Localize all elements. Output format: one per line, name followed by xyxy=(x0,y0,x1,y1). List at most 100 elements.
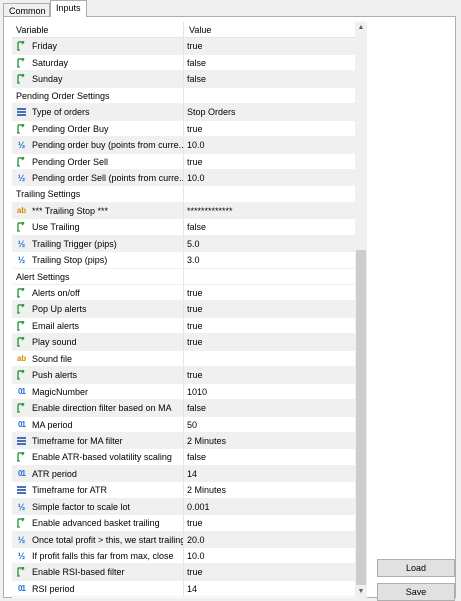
input-row[interactable]: ½ Simple factor to scale lot 0.001 xyxy=(12,498,355,516)
variable-cell: ½ Pending order buy (points from curre... xyxy=(12,137,184,153)
scroll-up-arrow-icon[interactable]: ▲ xyxy=(355,22,367,34)
input-row[interactable]: Use Trailing false xyxy=(12,219,355,236)
value-cell[interactable]: 2 Minutes xyxy=(185,482,355,497)
input-row[interactable]: Play sound true xyxy=(12,334,355,351)
input-row[interactable]: Pending Order Sell true xyxy=(12,153,355,170)
value-cell[interactable]: 20.0 xyxy=(185,532,355,547)
input-row[interactable]: Timeframe for ATR 2 Minutes xyxy=(12,482,355,499)
scroll-down-arrow-icon[interactable]: ▼ xyxy=(355,586,367,598)
value-cell[interactable]: false xyxy=(185,71,355,86)
value-cell[interactable]: 10.0 xyxy=(185,170,355,185)
tab-inputs[interactable]: Inputs xyxy=(50,0,87,17)
input-row[interactable]: ½ If profit falls this far from max, clos… xyxy=(12,548,355,565)
variable-cell: ½ Pending order Sell (points from curre..… xyxy=(12,169,184,186)
input-row[interactable]: ½ Pending order Sell (points from curre..… xyxy=(12,169,355,187)
variable-cell: Pending Order Sell xyxy=(12,153,184,169)
enum-icon xyxy=(16,436,27,446)
value-cell[interactable] xyxy=(185,351,355,366)
value-cell[interactable]: 1010 xyxy=(185,384,355,399)
value-cell[interactable]: false xyxy=(185,449,355,464)
value-cell[interactable]: 10.0 xyxy=(185,548,355,563)
vertical-scrollbar[interactable]: ▲ ▼ xyxy=(355,22,367,598)
value-cell[interactable]: 2 Minutes xyxy=(185,433,355,448)
value-cell[interactable]: Stop Orders xyxy=(185,104,355,119)
input-row[interactable]: 01 ATR period 14 xyxy=(12,465,355,483)
variable-label: Pending order Sell (points from curre... xyxy=(32,172,184,183)
input-row[interactable]: ½ Trailing Stop (pips) 3.0 xyxy=(12,252,355,269)
int-icon: 01 xyxy=(18,468,26,478)
input-row[interactable]: Sunday false xyxy=(12,71,355,88)
variable-label: Trailing Trigger (pips) xyxy=(32,238,117,249)
input-row[interactable]: Enable ATR-based volatility scaling false xyxy=(12,449,355,466)
value-cell[interactable]: true xyxy=(185,121,355,136)
input-row[interactable]: 01 RSI period 14 xyxy=(12,580,355,598)
input-row[interactable]: Enable direction filter based on MA false xyxy=(12,400,355,417)
load-button[interactable]: Load xyxy=(377,559,455,577)
variable-label: Type of orders xyxy=(32,107,90,118)
input-row[interactable]: 01 MA period 50 xyxy=(12,416,355,433)
value-cell[interactable]: ************* xyxy=(185,203,355,218)
variable-cell: ab Sound file xyxy=(12,350,184,367)
int-icon: 01 xyxy=(18,419,26,429)
value-cell[interactable]: true xyxy=(185,564,355,579)
value-cell[interactable]: true xyxy=(185,285,355,300)
bool-icon xyxy=(16,567,27,578)
value-cell[interactable]: true xyxy=(185,38,355,53)
input-row[interactable]: Saturday false xyxy=(12,54,355,72)
value-cell[interactable]: false xyxy=(185,219,355,234)
tab-common[interactable]: Common xyxy=(3,3,50,16)
variable-label: ATR period xyxy=(32,468,77,479)
variable-cell: ½ Trailing Stop (pips) xyxy=(12,252,184,268)
input-row[interactable]: 01 MagicNumber 1010 xyxy=(12,383,355,401)
bool-icon xyxy=(16,370,27,380)
enum-icon xyxy=(16,485,27,495)
value-cell[interactable]: true xyxy=(185,334,355,349)
input-row[interactable]: ½ Pending order buy (points from curre...… xyxy=(12,137,355,154)
input-row[interactable]: Timeframe for MA filter 2 Minutes xyxy=(12,432,355,450)
input-row[interactable]: Type of orders Stop Orders xyxy=(12,104,355,121)
input-row[interactable]: Enable advanced basket trailing true xyxy=(12,515,355,532)
save-button[interactable]: Save xyxy=(377,583,455,601)
value-cell[interactable]: 5.0 xyxy=(185,236,355,251)
value-cell[interactable]: true xyxy=(185,515,355,530)
group-header-row[interactable]: Pending Order Settings xyxy=(12,87,355,105)
value-cell[interactable]: true xyxy=(185,318,355,333)
input-row[interactable]: Email alerts true xyxy=(12,317,355,335)
variable-label: Pop Up alerts xyxy=(32,304,87,315)
value-cell[interactable]: 14 xyxy=(185,466,355,481)
value-cell[interactable]: 50 xyxy=(185,417,355,432)
variable-label: RSI period xyxy=(32,583,75,594)
value-cell[interactable]: 14 xyxy=(185,581,355,596)
group-header-row[interactable]: Alert Settings xyxy=(12,268,355,285)
input-row[interactable]: Alerts on/off true xyxy=(12,285,355,302)
double-icon: ½ xyxy=(17,255,26,266)
value-cell[interactable]: 3.0 xyxy=(185,252,355,267)
input-row[interactable]: Pending Order Buy true xyxy=(12,120,355,138)
value-cell[interactable]: false xyxy=(185,55,355,70)
value-cell[interactable]: false xyxy=(185,400,355,415)
double-icon: ½ xyxy=(17,172,26,183)
variable-label: Pending Order Buy xyxy=(32,123,109,134)
input-row[interactable]: ab Sound file xyxy=(12,350,355,368)
input-row[interactable]: Enable RSI-based filter true xyxy=(12,564,355,581)
input-row[interactable]: ab *** Trailing Stop *** ************* xyxy=(12,202,355,220)
value-cell[interactable]: true xyxy=(185,154,355,169)
double-icon: ½ xyxy=(17,501,26,512)
bool-icon xyxy=(16,518,27,528)
input-row[interactable]: Friday true xyxy=(12,38,355,55)
input-row[interactable]: ½ Once total profit > this, we start trai… xyxy=(12,531,355,548)
variable-cell: Sunday xyxy=(12,71,184,87)
group-label: Alert Settings xyxy=(12,268,184,284)
input-row[interactable]: Push alerts true xyxy=(12,367,355,384)
value-cell[interactable]: true xyxy=(185,367,355,382)
column-header-value[interactable]: Value xyxy=(185,22,355,37)
scrollbar-thumb[interactable] xyxy=(356,250,366,585)
variable-cell: ab *** Trailing Stop *** xyxy=(12,202,184,219)
column-header-variable[interactable]: Variable xyxy=(12,22,184,38)
input-row[interactable]: Pop Up alerts true xyxy=(12,301,355,318)
value-cell[interactable]: 0.001 xyxy=(185,499,355,514)
value-cell[interactable]: true xyxy=(185,301,355,316)
group-header-row[interactable]: Trailing Settings xyxy=(12,186,355,203)
input-row[interactable]: ½ Trailing Trigger (pips) 5.0 xyxy=(12,235,355,253)
value-cell[interactable]: 10.0 xyxy=(185,137,355,152)
